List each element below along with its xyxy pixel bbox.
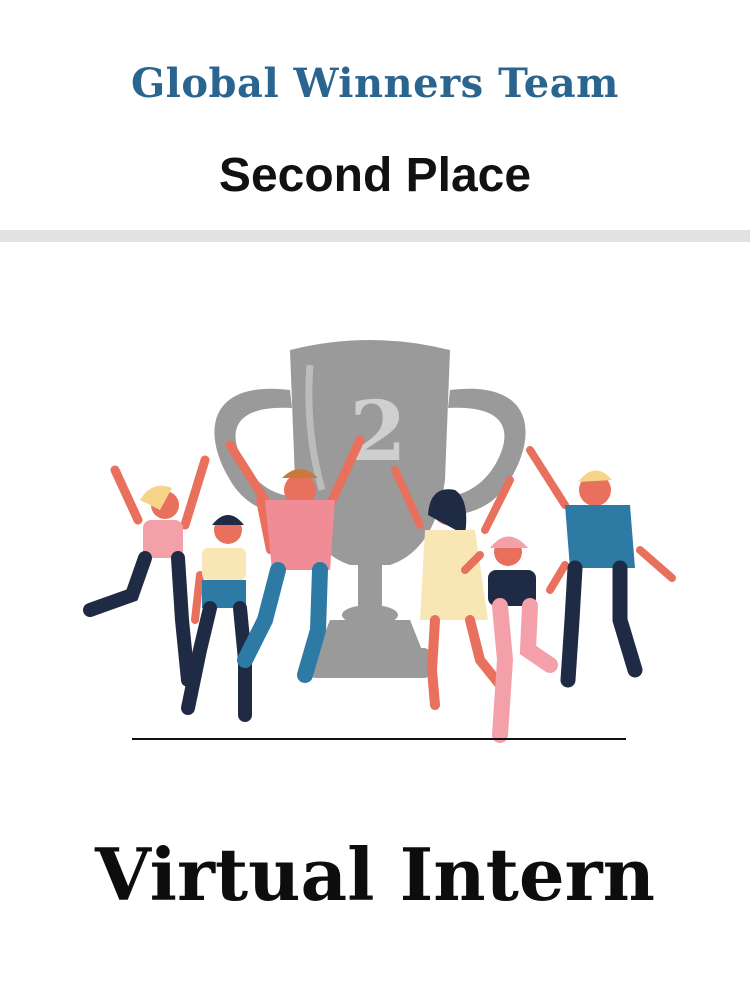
trophy-number: 2 [349, 384, 406, 480]
team-title: Global Winners Team [131, 60, 619, 107]
footer-title: Virtual Intern [95, 832, 655, 917]
person-2 [181, 496, 274, 722]
celebration-illustration: 2 [83, 340, 676, 743]
ground-line [132, 738, 626, 740]
person-6 [526, 446, 676, 688]
place-title: Second Place [218, 149, 532, 202]
person-1 [83, 455, 210, 687]
header-divider [0, 230, 750, 242]
